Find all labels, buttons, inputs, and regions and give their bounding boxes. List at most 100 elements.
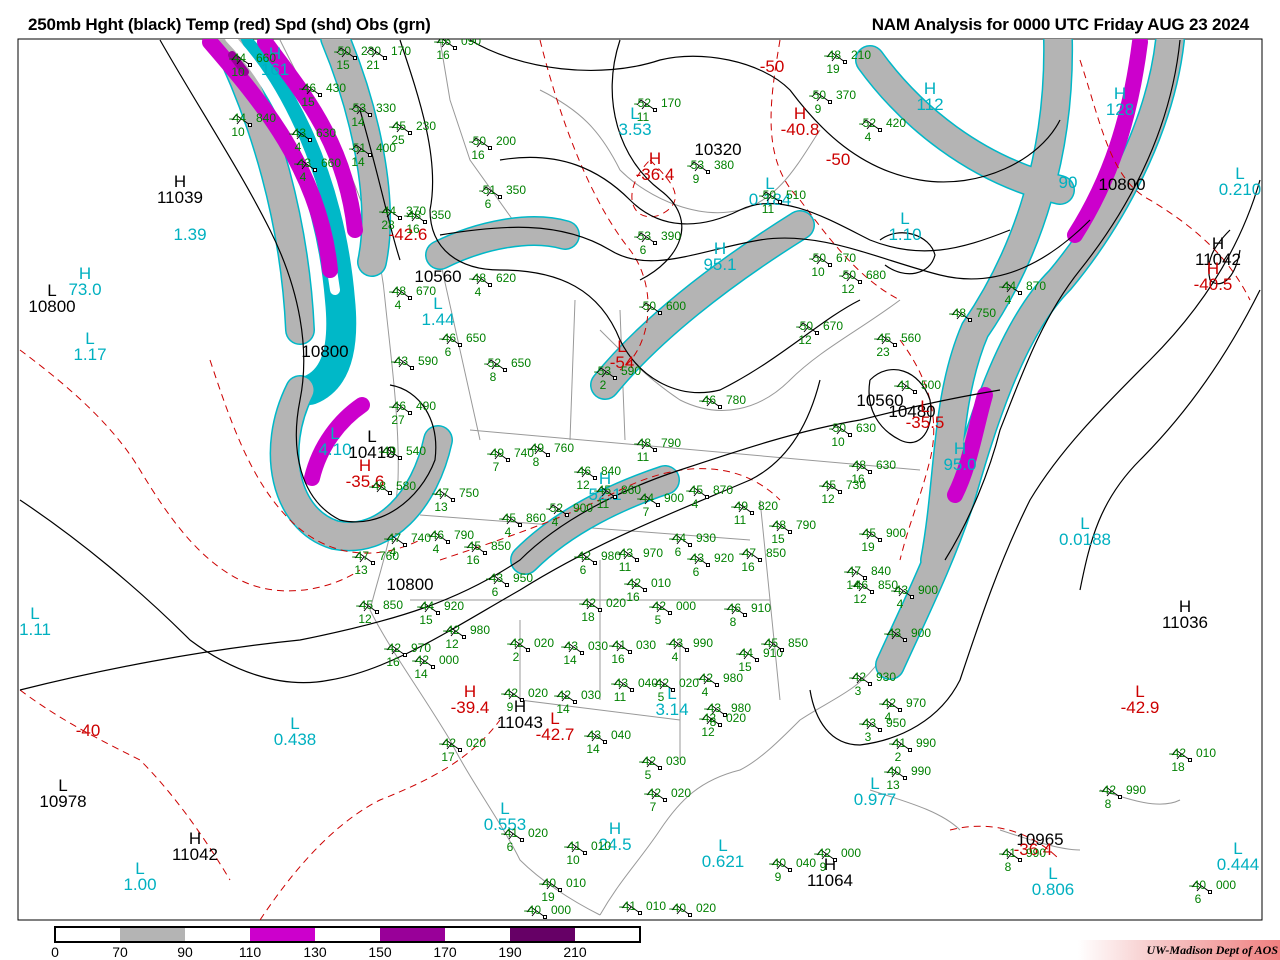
obs-temperature: -48 <box>849 458 867 472</box>
station-dot <box>788 530 792 534</box>
station-dot <box>653 448 657 452</box>
station-dot <box>526 648 530 652</box>
obs-temperature: -51 <box>479 183 497 197</box>
obs-height: 020 <box>534 636 554 650</box>
obs-dewpoint-depression: 4 <box>692 497 699 511</box>
obs-dewpoint-depression: 14 <box>414 667 428 681</box>
station-dot <box>318 93 322 97</box>
obs-height: 630 <box>876 458 896 472</box>
obs-temperature: -53 <box>349 101 367 115</box>
obs-dewpoint-depression: 14 <box>351 155 365 169</box>
station-dot <box>408 296 412 300</box>
obs-temperature: -42 <box>696 671 714 685</box>
station-dot <box>743 613 747 617</box>
colorbar-tick-label: 130 <box>303 944 327 960</box>
colorbar-tick-label: 170 <box>433 944 457 960</box>
station-dot <box>843 60 847 64</box>
center-value: 1.17 <box>73 345 106 364</box>
obs-dewpoint-depression: 16 <box>626 590 640 604</box>
station-dot <box>613 495 617 499</box>
obs-dewpoint-depression: 10 <box>566 853 580 867</box>
center-value: -39.4 <box>451 698 490 717</box>
obs-temperature: -45 <box>761 636 779 650</box>
obs-height: 650 <box>466 331 486 345</box>
obs-temperature: -47 <box>432 486 450 500</box>
obs-dewpoint-depression: 2 <box>600 378 607 392</box>
obs-height: 580 <box>396 479 416 493</box>
obs-temperature: -44 <box>229 111 247 125</box>
station-dot <box>755 658 759 662</box>
obs-temperature: -45 <box>389 119 407 133</box>
colorbar-segment <box>120 927 185 942</box>
obs-height: 930 <box>696 531 716 545</box>
center-value: 11039 <box>157 188 203 207</box>
station-dot <box>688 913 692 917</box>
station-dot <box>1118 795 1122 799</box>
obs-dewpoint-depression: 23 <box>876 345 890 359</box>
obs-temperature: -50 <box>809 88 827 102</box>
obs-height: 850 <box>383 598 403 612</box>
station-dot <box>398 456 402 460</box>
obs-temperature: -44 <box>379 204 397 218</box>
obs-temperature: -48 <box>824 48 842 62</box>
obs-temperature: -42 <box>501 686 519 700</box>
station-dot <box>968 318 972 322</box>
station-dot <box>628 650 632 654</box>
station-dot <box>870 590 874 594</box>
obs-dewpoint-depression: 9 <box>775 870 782 884</box>
station-dot <box>603 740 607 744</box>
station-dot <box>573 700 577 704</box>
obs-temperature: -42 <box>1169 746 1187 760</box>
obs-temperature: -43 <box>584 728 602 742</box>
center-value: -42.9 <box>1121 698 1160 717</box>
obs-height: 680 <box>866 268 886 282</box>
obs-temperature: -42 <box>879 696 897 710</box>
station-dot <box>308 138 312 142</box>
obs-temperature: -46 <box>724 601 742 615</box>
obs-temperature: -43 <box>294 156 312 170</box>
obs-dewpoint-depression: 4 <box>1005 293 1012 307</box>
obs-height: 660 <box>256 51 276 65</box>
obs-height: 990 <box>911 764 931 778</box>
obs-temperature: -41 <box>889 736 907 750</box>
obs-temperature: -43 <box>884 626 902 640</box>
obs-height: 930 <box>876 670 896 684</box>
station-dot <box>668 611 672 615</box>
colorbar-segment <box>185 927 250 942</box>
station-dot <box>383 56 387 60</box>
obs-temperature: -46 <box>851 578 869 592</box>
obs-temperature: -40 <box>669 901 687 915</box>
obs-height: 900 <box>573 501 593 515</box>
obs-dewpoint-depression: 6 <box>485 197 492 211</box>
obs-temperature: -46 <box>389 399 407 413</box>
obs-dewpoint-depression: 14 <box>351 115 365 129</box>
station-dot <box>1018 291 1022 295</box>
station-dot <box>583 851 587 855</box>
obs-dewpoint-depression: 3 <box>865 730 872 744</box>
obs-height: 900 <box>911 626 931 640</box>
obs-temperature: -40 <box>524 903 542 917</box>
obs-height: 870 <box>1026 279 1046 293</box>
obs-dewpoint-depression: 15 <box>419 613 433 627</box>
obs-dewpoint-depression: 6 <box>492 585 499 599</box>
station-dot <box>688 543 692 547</box>
obs-height: 490 <box>416 399 436 413</box>
obs-dewpoint-depression: 14 <box>563 653 577 667</box>
obs-temperature: -45 <box>874 331 892 345</box>
obs-height: 850 <box>788 636 808 650</box>
obs-height: 230 <box>416 119 436 133</box>
center-value: 0.806 <box>1032 880 1075 899</box>
obs-temperature: -42 <box>849 670 867 684</box>
center-value: 11042 <box>172 845 218 864</box>
obs-height: 030 <box>636 638 656 652</box>
center-value: 1.39 <box>173 225 206 244</box>
obs-dewpoint-depression: 9 <box>820 860 827 874</box>
obs-height: 630 <box>316 126 336 140</box>
station-dot <box>1018 858 1022 862</box>
station-dot <box>706 170 710 174</box>
obs-height: 630 <box>856 421 876 435</box>
station-dot <box>718 723 722 727</box>
station-dot <box>403 543 407 547</box>
obs-temperature: -42 <box>384 641 402 655</box>
obs-height: 870 <box>713 483 733 497</box>
